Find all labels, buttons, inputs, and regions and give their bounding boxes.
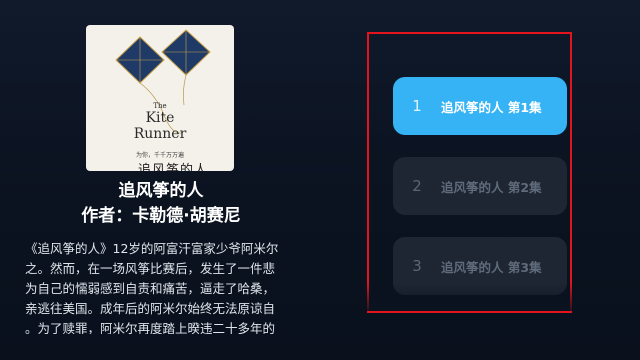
cover-en-kite: Kite <box>145 110 175 126</box>
episode-item-1[interactable]: 1 追风筝的人 第1集 <box>393 77 567 135</box>
episode-number: 3 <box>412 257 422 275</box>
cover-cn-title: 追风筝的人 <box>138 163 209 171</box>
episode-number: 2 <box>412 177 422 195</box>
book-author: 作者：卡勒德·胡赛尼 <box>81 206 241 226</box>
episode-item-2[interactable]: 2 追风筝的人 第2集 <box>393 157 567 215</box>
book-cover: The Kite Runner 为你，千千万万遍 追风筝的人 <box>86 25 234 171</box>
episode-label: 追风筝的人 第3集 <box>441 259 542 275</box>
description-line: 为自己的懦弱感到自责和痛苦，逼走了哈桑， <box>25 281 276 296</box>
cover-subtitle: 为你，千千万万遍 <box>136 152 185 159</box>
episode-item-3[interactable]: 3 追风筝的人 第3集 <box>393 237 567 295</box>
cover-en-the: The <box>153 102 167 110</box>
episode-number: 1 <box>412 97 422 115</box>
episode-label: 追风筝的人 第1集 <box>441 99 542 115</box>
book-description: 《追风筝的人》12岁的阿富汗富家少爷阿米尔 之。然而，在一场风筝比赛后，发生了一… <box>25 239 297 334</box>
cover-en-runner: Runner <box>133 126 187 142</box>
description-line: 之。然而，在一场风筝比赛后，发生了一件悲 <box>25 261 276 276</box>
description-line: 。为了赎罪，阿米尔再度踏上暌违二十多年的 <box>25 321 276 334</box>
description-line: 亲逃往美国。成年后的阿米尔始终无法原谅自 <box>25 301 276 316</box>
episode-label: 追风筝的人 第2集 <box>441 179 542 195</box>
description-line: 《追风筝的人》12岁的阿富汗富家少爷阿米尔 <box>25 241 279 256</box>
book-title: 追风筝的人 <box>118 181 204 201</box>
